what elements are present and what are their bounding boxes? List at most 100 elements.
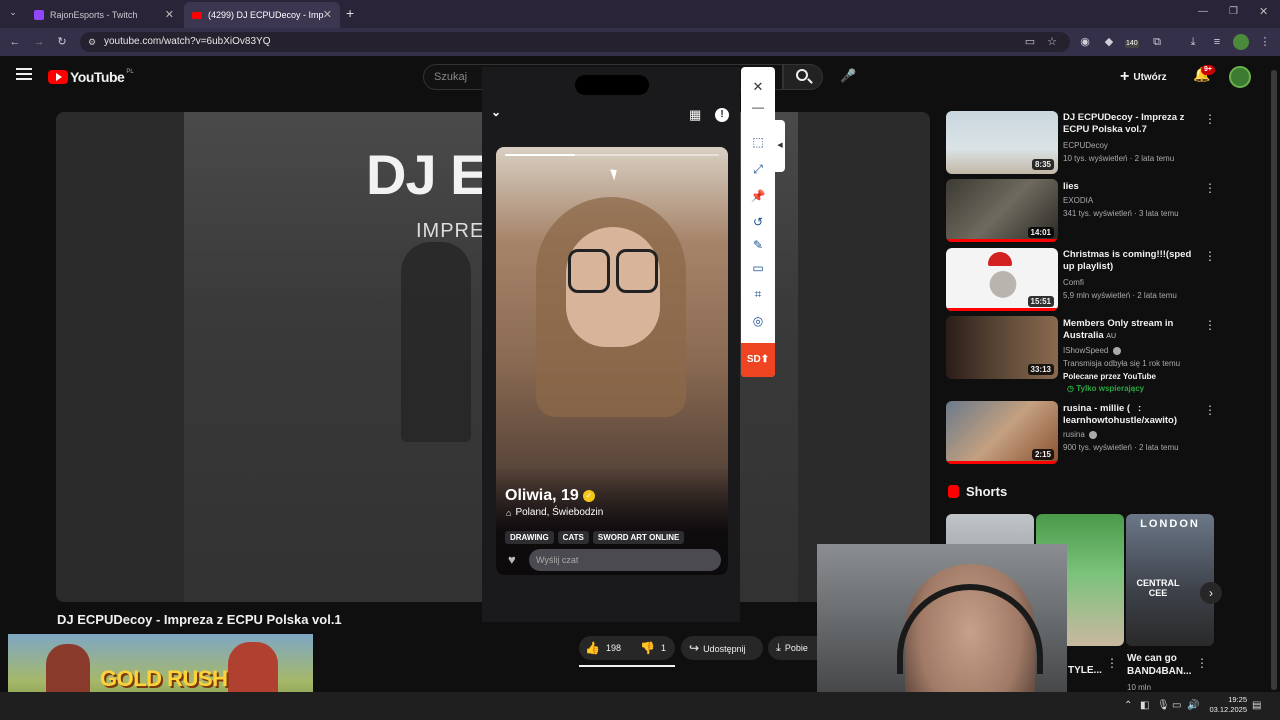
- tab-label: (4299) DJ ECPUDecoy - Imp: [208, 10, 324, 20]
- notifications-bell-icon[interactable]: 🔔 9+: [1193, 65, 1215, 86]
- short-options-icon[interactable]: ⋮: [1196, 656, 1208, 670]
- more-options-icon[interactable]: ⋮: [1204, 403, 1216, 417]
- collapse-chevron-icon[interactable]: ⌄: [491, 105, 501, 119]
- network-icon[interactable]: ▭: [1172, 700, 1181, 711]
- short-title[interactable]: TYLE...: [1068, 665, 1102, 676]
- record-icon[interactable]: ◎: [749, 312, 767, 330]
- extension-game-icon[interactable]: ◉: [1077, 34, 1093, 50]
- more-options-icon[interactable]: ⋮: [1204, 181, 1216, 195]
- share-button[interactable]: ↪ Udostępnij: [681, 636, 763, 660]
- search-button[interactable]: [783, 64, 823, 90]
- recommendation-channel[interactable]: IShowSpeed: [1063, 346, 1121, 355]
- recommendation-channel[interactable]: Comfi: [1063, 278, 1084, 287]
- video-title: DJ ECPUDecoy - Impreza z ECPU Polska vol…: [57, 612, 342, 627]
- report-icon[interactable]: !: [715, 108, 729, 122]
- tab-youtube[interactable]: (4299) DJ ECPUDecoy - Imp ✕: [184, 2, 340, 28]
- account-avatar[interactable]: [1229, 66, 1251, 88]
- profile-location-row: ⌂ Poland, Świebodzin: [506, 507, 603, 518]
- downloads-icon[interactable]: ⤓: [1185, 34, 1201, 50]
- minimize-icon[interactable]: —: [749, 98, 767, 116]
- recommendation-thumbnail[interactable]: 8:35: [946, 111, 1058, 174]
- recommendation-title[interactable]: Christmas is coming!!!(sped up playlist): [1063, 249, 1203, 273]
- tab-twitch[interactable]: RajonEsports - Twitch ✕: [26, 2, 182, 28]
- media-controls-icon[interactable]: ≡: [1209, 34, 1225, 50]
- like-heart-icon[interactable]: ♥: [508, 552, 516, 567]
- tray-chevron-icon[interactable]: ⌃: [1124, 700, 1132, 711]
- more-options-icon[interactable]: ⋮: [1204, 112, 1216, 126]
- video-duration: 14:01: [1027, 227, 1054, 238]
- short-options-icon[interactable]: ⋮: [1106, 656, 1118, 670]
- volume-icon[interactable]: 🔊: [1187, 700, 1199, 711]
- hamburger-menu-icon[interactable]: [16, 68, 32, 80]
- recommendation-thumbnail[interactable]: 14:01: [946, 179, 1058, 242]
- pin-icon[interactable]: 📌: [749, 187, 767, 205]
- recommendation-title[interactable]: DJ ECPUDecoy - Impreza z ECPU Polska vol…: [1063, 112, 1203, 136]
- install-app-icon[interactable]: ▭: [1022, 34, 1038, 50]
- undo-icon[interactable]: ↺: [749, 213, 767, 231]
- snip-collapse-tab[interactable]: ◀: [775, 120, 785, 172]
- more-options-icon[interactable]: ⋮: [1204, 318, 1216, 332]
- taskbar-clock[interactable]: 19:25 03.12.2025: [1203, 695, 1247, 715]
- channel-name: rusina: [1063, 430, 1085, 439]
- recommendation-title[interactable]: Members Only stream in Australia AU: [1063, 318, 1203, 343]
- page-scrollbar[interactable]: [1271, 70, 1277, 690]
- recommendation-thumbnail[interactable]: 33:13: [946, 316, 1058, 379]
- upload-quality-button[interactable]: SD⬆: [741, 343, 775, 377]
- recommendation-channel[interactable]: ECPUDecoy: [1063, 141, 1108, 150]
- short-thumbnail[interactable]: LONDON CENTRAL CEE: [1126, 514, 1214, 646]
- chat-input[interactable]: Wyślij czat: [529, 549, 721, 571]
- voice-search-icon[interactable]: 🎤: [840, 68, 856, 84]
- recommendation-title[interactable]: lies: [1063, 181, 1203, 193]
- banner-title: GOLD RUSH: [100, 666, 228, 691]
- extensions-puzzle-icon[interactable]: ⧉: [1149, 34, 1165, 50]
- forward-icon[interactable]: →: [31, 34, 47, 50]
- verified-badge-icon: ✓: [582, 490, 595, 502]
- address-bar[interactable]: ⚙ youtube.com/watch?v=6ubXiOv83YQ: [80, 32, 1070, 52]
- create-button[interactable]: + Utwórz: [1120, 66, 1167, 88]
- recommendation-thumbnail[interactable]: 2:15: [946, 401, 1058, 464]
- profile-avatar[interactable]: [1233, 34, 1249, 50]
- expand-icon[interactable]: ⤢: [749, 160, 767, 178]
- microphone-tray-icon[interactable]: 🎙: [1157, 700, 1170, 711]
- scrollbar-thumb[interactable]: [1271, 70, 1277, 690]
- twitch-icon: [34, 10, 44, 20]
- bookmark-star-icon[interactable]: ☆: [1044, 34, 1060, 50]
- phone-notch: [575, 75, 649, 95]
- extension-badge-icon[interactable]: 140: [1124, 34, 1140, 50]
- restore-window-icon[interactable]: ❐: [1229, 6, 1238, 17]
- browser-menu-icon[interactable]: ⋮: [1257, 34, 1273, 50]
- youtube-tab-icon: [192, 11, 202, 19]
- notification-center-icon[interactable]: ▤: [1252, 700, 1261, 711]
- recommendation-channel[interactable]: rusina: [1063, 430, 1098, 439]
- like-button[interactable]: 👍 198: [585, 641, 621, 655]
- youtube-logo[interactable]: YouTube PL: [48, 69, 134, 85]
- crop-icon[interactable]: ⌗: [749, 285, 767, 303]
- gift-icon[interactable]: ▦: [689, 107, 703, 122]
- extension-diamond-icon[interactable]: ◆: [1101, 34, 1117, 50]
- profile-card[interactable]: Oliwia, 19 ✓ ⌂ Poland, Świebodzin DRAWIN…: [496, 147, 728, 575]
- tab-label: RajonEsports - Twitch: [50, 10, 138, 20]
- more-options-icon[interactable]: ⋮: [1204, 249, 1216, 263]
- close-tab-icon[interactable]: ✕: [323, 8, 332, 21]
- back-icon[interactable]: ←: [7, 34, 23, 50]
- close-icon[interactable]: ✕: [749, 78, 767, 96]
- reload-icon[interactable]: ↻: [54, 34, 70, 50]
- recommendation-thumbnail[interactable]: 15:51: [946, 248, 1058, 311]
- short-title[interactable]: We can go BAND4BAN...: [1127, 652, 1197, 678]
- pen-icon[interactable]: ✎: [749, 236, 767, 254]
- short-thumb-text: LONDON: [1140, 518, 1200, 530]
- shorts-next-button[interactable]: ›: [1200, 582, 1222, 604]
- tab-list-chevron-icon[interactable]: ⌄: [6, 7, 20, 21]
- tray-app-icon[interactable]: ◧: [1140, 700, 1149, 711]
- clock-time: 19:25: [1228, 695, 1247, 704]
- recommendation-title[interactable]: rusina - millie ( : learnhowtohustle/xaw…: [1063, 403, 1203, 427]
- close-window-icon[interactable]: ✕: [1259, 5, 1268, 18]
- recommendation-channel[interactable]: EXODIA: [1063, 196, 1093, 205]
- eraser-icon[interactable]: ▭: [749, 259, 767, 277]
- region-capture-icon[interactable]: ⬚: [749, 133, 767, 151]
- dislike-button[interactable]: 👎 1: [640, 641, 666, 655]
- close-tab-icon[interactable]: ✕: [165, 8, 174, 21]
- site-info-icon[interactable]: ⚙: [88, 32, 96, 52]
- minimize-window-icon[interactable]: —: [1198, 6, 1208, 17]
- new-tab-button[interactable]: +: [346, 5, 354, 21]
